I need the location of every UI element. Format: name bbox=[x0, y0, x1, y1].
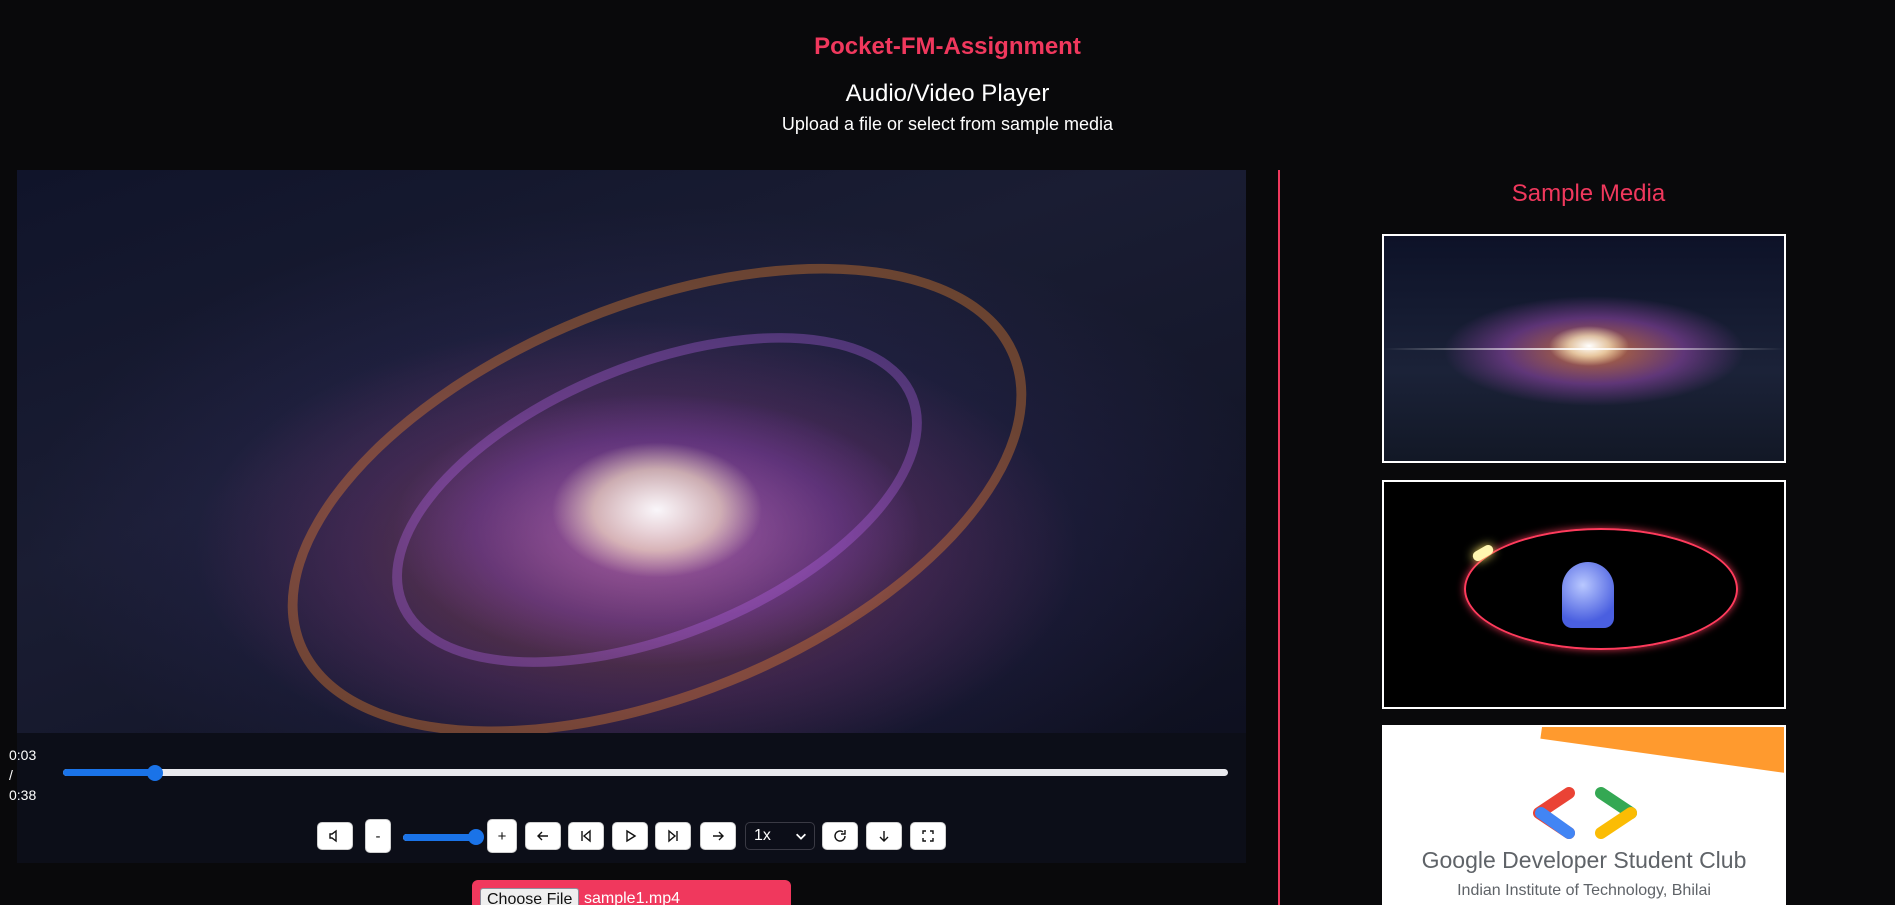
download-button[interactable] bbox=[866, 822, 902, 850]
mute-button[interactable] bbox=[317, 822, 353, 850]
volume-slider[interactable] bbox=[403, 834, 476, 841]
seek-bar[interactable] bbox=[63, 769, 1228, 776]
volume-thumb[interactable] bbox=[468, 829, 484, 845]
speed-select[interactable]: 1x bbox=[745, 822, 815, 850]
volume-down-button[interactable]: - bbox=[365, 819, 391, 853]
arrow-right-icon bbox=[713, 831, 724, 841]
fullscreen-button[interactable] bbox=[910, 822, 946, 850]
skip-forward-icon bbox=[668, 829, 678, 843]
play-button[interactable] bbox=[612, 822, 648, 850]
app-title: Pocket-FM-Assignment bbox=[814, 33, 1081, 60]
sample-media-item-2[interactable] bbox=[1382, 480, 1786, 709]
gdsc-name: Google Developer Student Club bbox=[1421, 847, 1747, 873]
seek-fill bbox=[63, 769, 156, 776]
forward-button[interactable] bbox=[700, 822, 736, 850]
sample-media-title: Sample Media bbox=[1511, 180, 1666, 207]
arrow-left-icon bbox=[537, 831, 548, 841]
sample-media-item-3[interactable]: Google Developer Student Club Indian Ins… bbox=[1382, 725, 1786, 905]
arrow-down-icon bbox=[879, 831, 889, 842]
previous-button[interactable] bbox=[568, 822, 604, 850]
seek-thumb[interactable] bbox=[147, 765, 164, 781]
rotate-icon bbox=[834, 830, 846, 842]
player-title: Audio/Video Player bbox=[845, 80, 1050, 107]
next-button[interactable] bbox=[655, 822, 691, 850]
gdsc-logo-icon bbox=[1533, 787, 1637, 839]
video-player[interactable] bbox=[17, 170, 1246, 863]
chevron-down-icon bbox=[796, 833, 806, 840]
volume-fill bbox=[403, 834, 476, 841]
gdsc-institute: Indian Institute of Technology, Bhilai bbox=[1457, 882, 1711, 899]
fullscreen-icon bbox=[922, 830, 934, 842]
rewind-button[interactable] bbox=[525, 822, 561, 850]
duration: 0:38 bbox=[9, 787, 37, 803]
replay-button[interactable] bbox=[822, 822, 858, 850]
skip-back-icon bbox=[581, 829, 591, 843]
sidebar-divider bbox=[1278, 170, 1280, 905]
choose-file-button[interactable]: Choose File bbox=[480, 888, 580, 905]
orbit-video-thumbnail bbox=[1562, 562, 1614, 628]
decorative-stripe bbox=[1540, 727, 1784, 775]
speaker-icon bbox=[329, 829, 337, 843]
time-separator: / bbox=[9, 767, 13, 783]
play-icon bbox=[626, 829, 637, 843]
current-time: 0:03 bbox=[9, 747, 37, 763]
upload-area[interactable]: Choose File sample1.mp4 bbox=[472, 880, 791, 905]
volume-up-button[interactable]: + bbox=[487, 819, 517, 853]
selected-file-name: sample1.mp4 bbox=[584, 890, 681, 905]
time-display: 0:03 / 0:38 bbox=[9, 745, 49, 805]
video-frame[interactable] bbox=[17, 170, 1246, 832]
galaxy-video-thumbnail bbox=[1384, 348, 1784, 350]
sample-media-item-1[interactable] bbox=[1382, 234, 1786, 463]
speed-value: 1x bbox=[754, 827, 771, 844]
player-subtitle: Upload a file or select from sample medi… bbox=[781, 114, 1114, 134]
